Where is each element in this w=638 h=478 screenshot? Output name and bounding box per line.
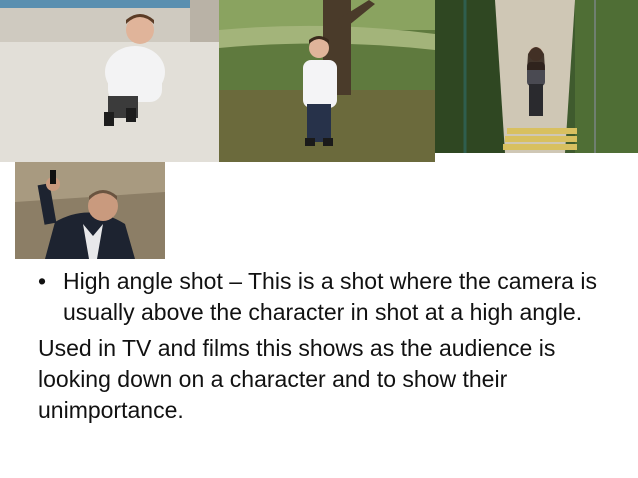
photo-boy-pavement: [0, 0, 219, 162]
photo-girl-stairs: [435, 0, 638, 153]
photo-man-pistol: [15, 162, 165, 259]
body-paragraph: Used in TV and films this shows as the a…: [38, 335, 556, 423]
bullet-item: • High angle shot – This is a shot where…: [38, 266, 628, 328]
slide-text: • High angle shot – This is a shot where…: [38, 266, 628, 426]
bullet-marker: •: [38, 268, 47, 294]
photo-boy-tree: [219, 0, 435, 162]
bullet-text: High angle shot – This is a shot where t…: [63, 268, 597, 325]
